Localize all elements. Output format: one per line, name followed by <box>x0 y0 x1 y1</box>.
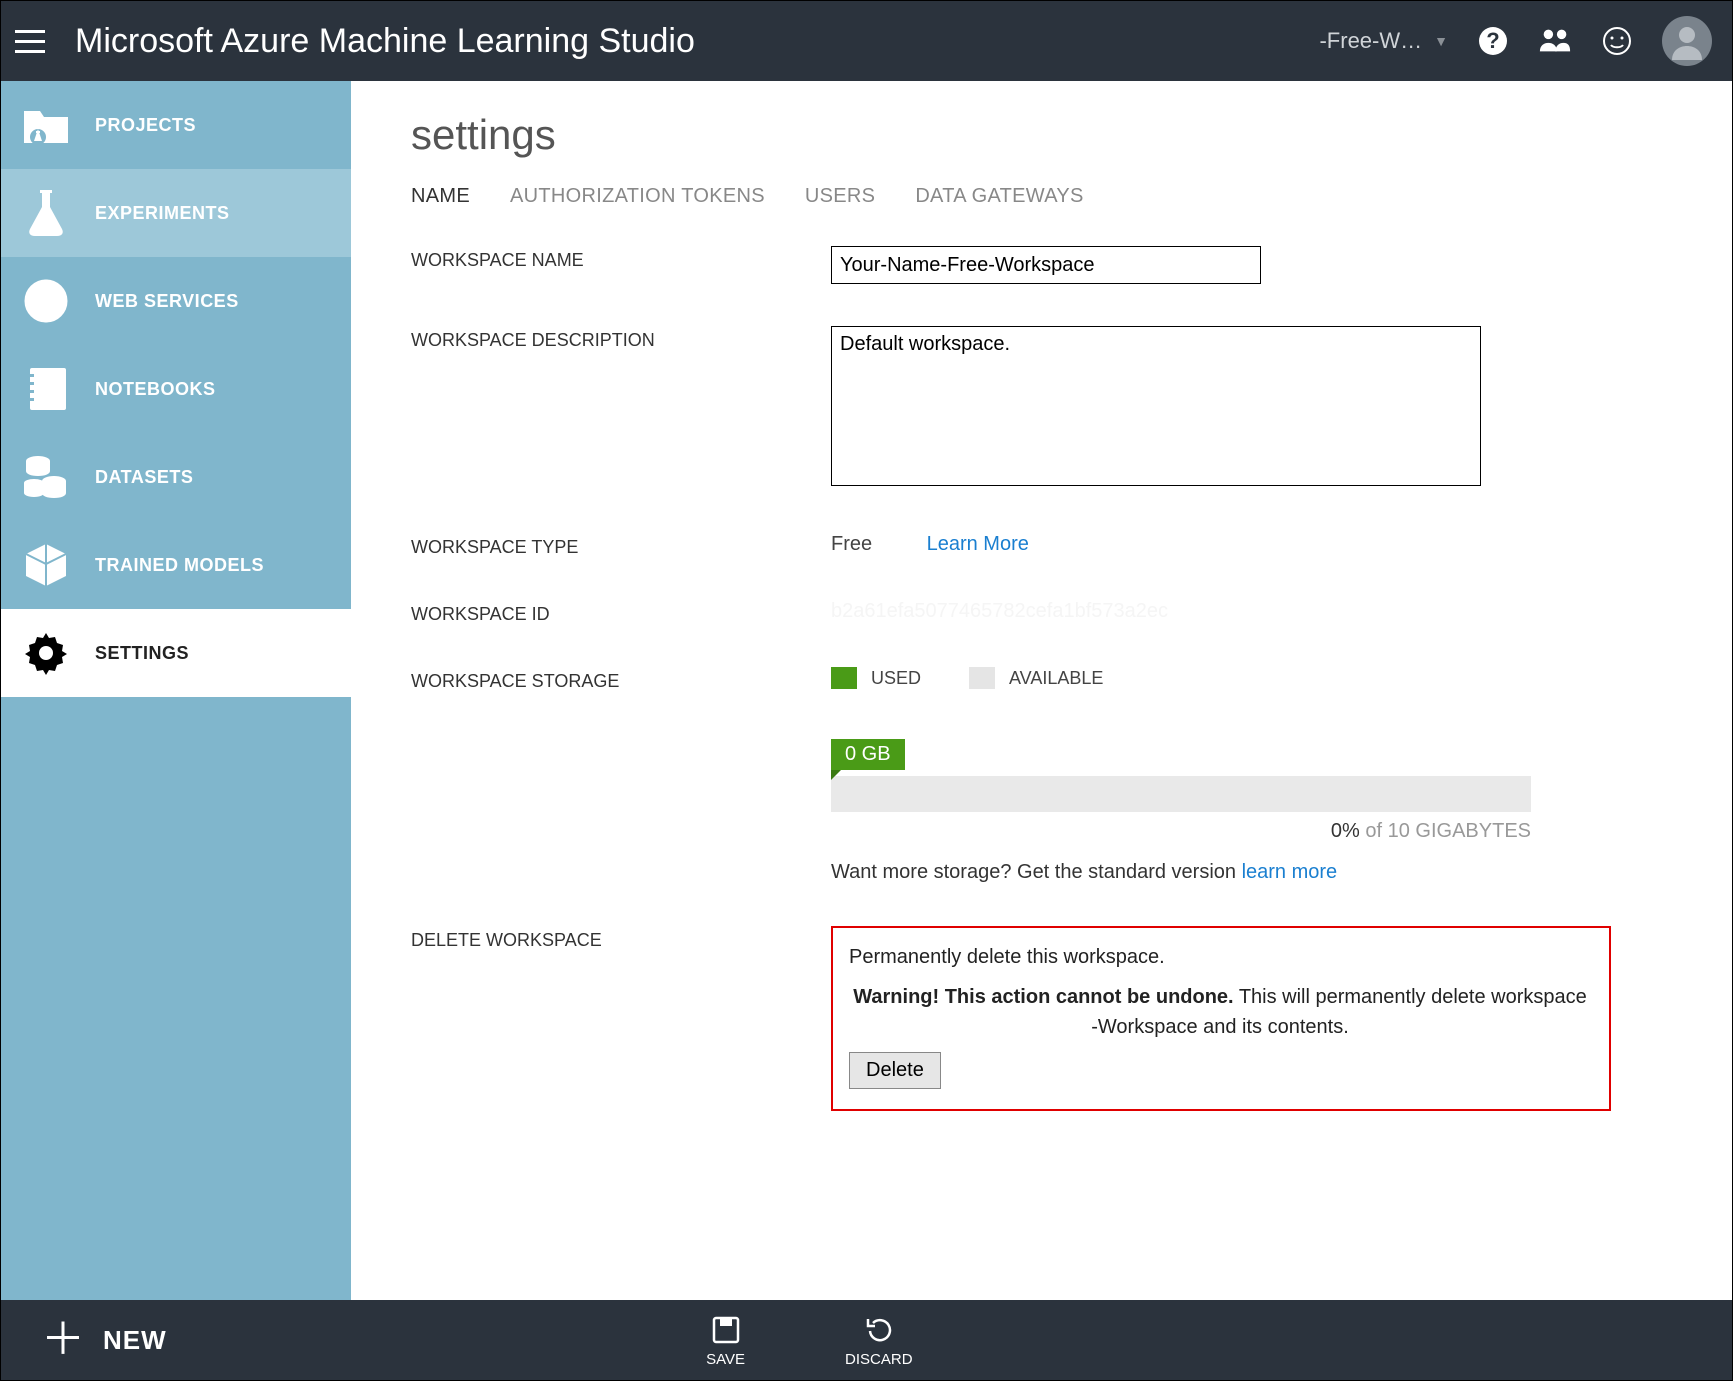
tabs: NAME AUTHORIZATION TOKENS USERS DATA GAT… <box>411 185 1672 208</box>
sidebar-item-settings[interactable]: SETTINGS <box>1 609 351 697</box>
storage-learn-more-link[interactable]: learn more <box>1242 861 1338 883</box>
avatar[interactable] <box>1662 16 1712 66</box>
folder-icon <box>21 100 71 150</box>
storage-upsell-text: Want more storage? Get the standard vers… <box>831 861 1672 884</box>
learn-more-link[interactable]: Learn More <box>927 533 1029 555</box>
delete-workspace-box: Permanently delete this workspace. Warni… <box>831 926 1611 1111</box>
workspace-id-value: b2a61efa5077465782cefa1bf573a2ec <box>831 600 1168 622</box>
cube-icon <box>21 540 71 590</box>
workspace-description-label: WORKSPACE DESCRIPTION <box>411 326 831 491</box>
gear-icon <box>21 628 71 678</box>
workspace-description-input[interactable] <box>831 326 1481 486</box>
flask-icon <box>21 188 71 238</box>
new-button[interactable]: ＋ NEW <box>41 1318 167 1362</box>
sidebar-item-projects[interactable]: PROJECTS <box>1 81 351 169</box>
save-button-label: SAVE <box>706 1351 745 1368</box>
legend-available-label: AVAILABLE <box>1009 668 1103 689</box>
legend-used-label: USED <box>871 668 921 689</box>
sidebar-item-label: DATASETS <box>95 467 193 488</box>
workspace-type-label: WORKSPACE TYPE <box>411 533 831 558</box>
app-title: Microsoft Azure Machine Learning Studio <box>75 22 695 61</box>
chevron-down-icon: ▼ <box>1434 33 1448 49</box>
workspace-id-label: WORKSPACE ID <box>411 600 831 625</box>
users-icon[interactable] <box>1538 24 1572 58</box>
new-button-label: NEW <box>103 1325 167 1356</box>
main-content: settings NAME AUTHORIZATION TOKENS USERS… <box>351 81 1732 1300</box>
hamburger-menu-icon[interactable] <box>15 21 55 61</box>
sidebar-item-label: PROJECTS <box>95 115 196 136</box>
database-icon <box>21 452 71 502</box>
workspace-dropdown[interactable]: -Free-W… ▼ <box>1319 28 1448 54</box>
tab-data-gateways[interactable]: DATA GATEWAYS <box>915 185 1083 208</box>
discard-button-label: DISCARD <box>845 1351 913 1368</box>
save-icon <box>711 1313 741 1347</box>
delete-workspace-label: DELETE WORKSPACE <box>411 926 831 1111</box>
page-title: settings <box>411 111 1672 159</box>
tab-name[interactable]: NAME <box>411 185 470 208</box>
notebook-icon <box>21 364 71 414</box>
plus-icon: ＋ <box>41 1318 85 1362</box>
topbar: Microsoft Azure Machine Learning Studio … <box>1 1 1732 81</box>
tab-authorization-tokens[interactable]: AUTHORIZATION TOKENS <box>510 185 765 208</box>
sidebar-item-notebooks[interactable]: NOTEBOOKS <box>1 345 351 433</box>
sidebar-item-label: WEB SERVICES <box>95 291 239 312</box>
sidebar-item-web-services[interactable]: WEB SERVICES <box>1 257 351 345</box>
delete-warning: Warning! This action cannot be undone. T… <box>849 982 1591 1042</box>
sidebar-item-label: NOTEBOOKS <box>95 379 216 400</box>
sidebar-item-label: SETTINGS <box>95 643 189 664</box>
save-button[interactable]: SAVE <box>706 1313 745 1368</box>
storage-bar <box>831 776 1531 812</box>
legend-used-swatch <box>831 667 857 689</box>
storage-used-badge: 0 GB <box>831 739 905 770</box>
sidebar: PROJECTS EXPERIMENTS WEB SERVICES NOTEBO… <box>1 81 351 1300</box>
delete-desc: Permanently delete this workspace. <box>849 942 1591 972</box>
help-icon[interactable]: ? <box>1476 24 1510 58</box>
workspace-name-input[interactable] <box>831 246 1261 284</box>
sidebar-item-experiments[interactable]: EXPERIMENTS <box>1 169 351 257</box>
feedback-smile-icon[interactable] <box>1600 24 1634 58</box>
tab-users[interactable]: USERS <box>805 185 875 208</box>
workspace-dropdown-label: -Free-W… <box>1319 28 1422 54</box>
svg-text:?: ? <box>1486 28 1499 53</box>
bottombar: ＋ NEW SAVE DISCARD <box>1 1300 1732 1380</box>
discard-button[interactable]: DISCARD <box>845 1313 913 1368</box>
legend-available-swatch <box>969 667 995 689</box>
sidebar-item-label: TRAINED MODELS <box>95 555 264 576</box>
workspace-type-value: Free <box>831 533 872 556</box>
discard-icon <box>864 1313 894 1347</box>
sidebar-item-datasets[interactable]: DATASETS <box>1 433 351 521</box>
workspace-storage-label: WORKSPACE STORAGE <box>411 667 831 884</box>
sidebar-item-label: EXPERIMENTS <box>95 203 230 224</box>
workspace-name-label: WORKSPACE NAME <box>411 246 831 284</box>
globe-icon <box>21 276 71 326</box>
storage-percent-text: 0% of 10 GIGABYTES <box>831 820 1531 843</box>
delete-button[interactable]: Delete <box>849 1052 941 1089</box>
sidebar-item-trained-models[interactable]: TRAINED MODELS <box>1 521 351 609</box>
